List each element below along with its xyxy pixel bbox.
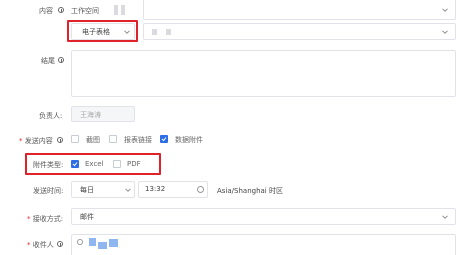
screenshot-label: 截图 (86, 136, 100, 144)
receive-value: 邮件 (80, 213, 94, 221)
owner-value: 王海涛 (80, 111, 101, 119)
time-picker[interactable]: 13:32 (138, 181, 208, 198)
note-label: 结尾 (41, 57, 55, 65)
info-icon (57, 137, 63, 143)
recipient-label: * 收件人 (27, 241, 54, 249)
recipient-tag[interactable] (109, 239, 118, 247)
content-label: 内容 (39, 7, 53, 15)
table-select[interactable] (143, 23, 456, 40)
report-link-checkbox[interactable] (109, 135, 117, 143)
info-icon (58, 7, 64, 13)
time-value: 13:32 (145, 185, 166, 193)
workspace-select[interactable] (143, 0, 456, 20)
data-attachment-checkbox[interactable] (160, 135, 168, 143)
frequency-select[interactable]: 每日 (71, 181, 135, 198)
screenshot-checkbox[interactable] (71, 135, 79, 143)
pdf-label: PDF (127, 160, 141, 168)
chevron-down-icon (442, 29, 448, 35)
excel-checkbox[interactable] (71, 160, 79, 168)
owner-label: 负责人: (39, 112, 63, 120)
highlight-frame (67, 20, 138, 42)
send-content-label: * 发送内容 (19, 137, 53, 145)
receive-select[interactable]: 邮件 (71, 208, 456, 225)
chevron-down-icon (442, 7, 448, 13)
pdf-checkbox[interactable] (113, 160, 121, 168)
receive-label: * 接收方式: (27, 215, 64, 223)
clock-icon (197, 186, 204, 193)
redacted-block (152, 29, 157, 35)
info-icon (57, 241, 63, 247)
content-value: 工作空间 (71, 7, 99, 15)
report-link-label: 报表链接 (124, 136, 152, 144)
recipient-field[interactable] (71, 234, 456, 255)
excel-label: Excel (85, 160, 104, 168)
chevron-down-icon (125, 187, 131, 193)
note-textarea[interactable] (71, 50, 456, 97)
chevron-down-icon (442, 214, 448, 220)
recipient-tag[interactable] (98, 242, 107, 249)
data-attachment-label: 数据附件 (175, 136, 203, 144)
redacted-block (121, 5, 125, 15)
info-icon (58, 57, 64, 63)
user-icon (77, 239, 83, 245)
timezone-text: Asia/Shanghai 时区 (217, 187, 283, 195)
redacted-block (114, 5, 118, 15)
send-time-label: 发送时间: (33, 187, 64, 195)
recipient-tag[interactable] (89, 238, 96, 246)
attachment-label: 附件类型: (33, 161, 64, 169)
frequency-value: 每日 (80, 186, 94, 194)
owner-field: 王海涛 (71, 106, 135, 122)
redacted-block (166, 29, 171, 35)
